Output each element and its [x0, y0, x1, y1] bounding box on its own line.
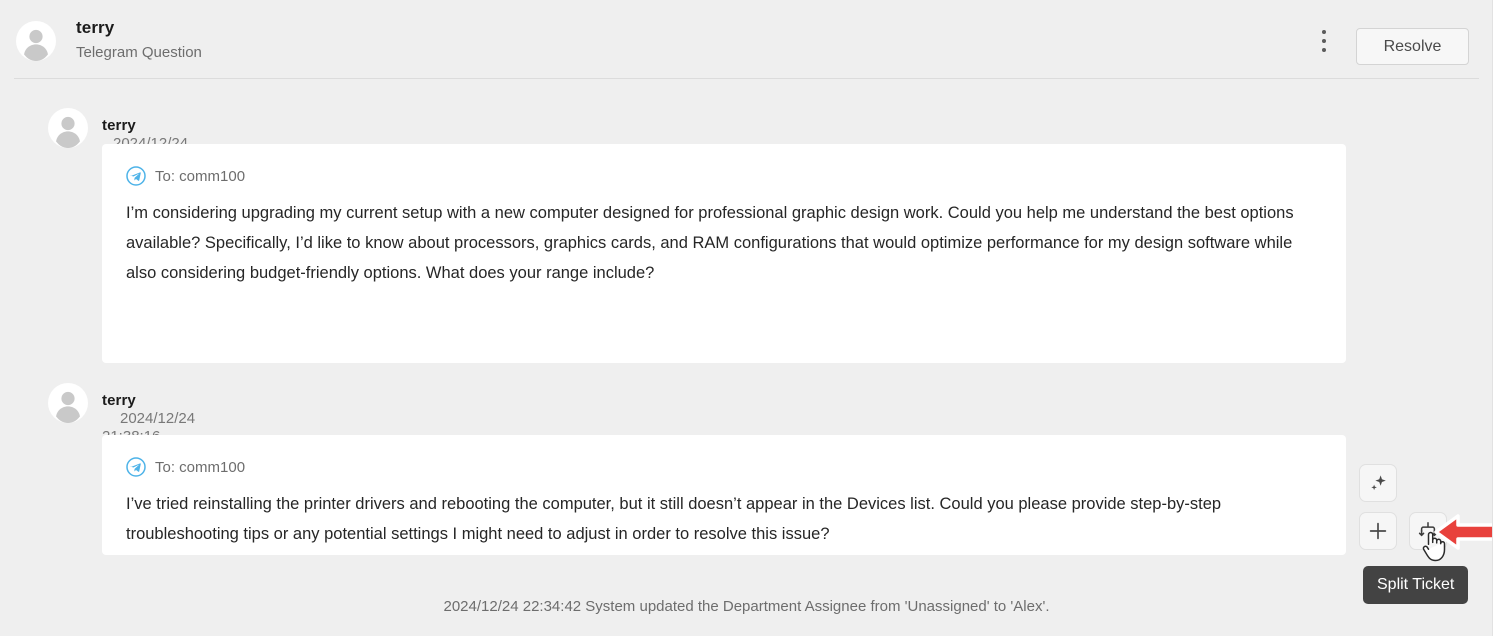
message-author: terry	[102, 392, 136, 409]
message-recipient-row: To: comm100	[102, 144, 1346, 186]
sparkle-ai-icon	[1371, 475, 1386, 491]
message-card: To: comm100 I’ve tried reinstalling the …	[102, 435, 1346, 555]
system-event-note: 2024/12/24 22:34:42 System updated the D…	[443, 598, 1050, 615]
add-button[interactable]	[1359, 512, 1397, 550]
split-ticket-button[interactable]	[1409, 512, 1447, 550]
message-recipient-row: To: comm100	[102, 435, 1346, 477]
tooltip: Split Ticket	[1363, 566, 1469, 604]
split-ticket-icon	[1418, 522, 1438, 537]
ticket-header-text: terry Telegram Question	[76, 17, 202, 64]
message-recipient: To: comm100	[155, 458, 246, 476]
telegram-icon	[126, 166, 146, 186]
telegram-icon	[126, 457, 146, 477]
panel-right-strip	[1493, 0, 1500, 636]
user-avatar-icon	[48, 108, 88, 148]
ticket-header: terry Telegram Question Resolve	[0, 0, 1493, 79]
ticket-subject: Telegram Question	[76, 44, 202, 61]
message-card: To: comm100 I’m considering upgrading my…	[102, 144, 1346, 363]
page-title: terry	[76, 18, 115, 37]
message-author: terry	[102, 117, 136, 134]
header-divider	[14, 78, 1479, 79]
kebab-menu-icon[interactable]	[1312, 30, 1336, 60]
resolve-button[interactable]: Resolve	[1356, 28, 1469, 65]
message-body: I’ve tried reinstalling the printer driv…	[126, 495, 1222, 543]
ticket-conversation-panel: terry Telegram Question Resolve terry 20…	[0, 0, 1500, 636]
user-avatar-icon	[16, 21, 56, 61]
message-body: I’m considering upgrading my current set…	[126, 204, 1294, 282]
message-recipient: To: comm100	[155, 167, 246, 185]
avatar	[48, 383, 88, 423]
user-avatar-icon	[48, 383, 88, 423]
avatar	[16, 21, 56, 61]
plus-icon	[1369, 522, 1387, 540]
avatar	[48, 108, 88, 148]
ai-assist-button[interactable]	[1359, 464, 1397, 502]
